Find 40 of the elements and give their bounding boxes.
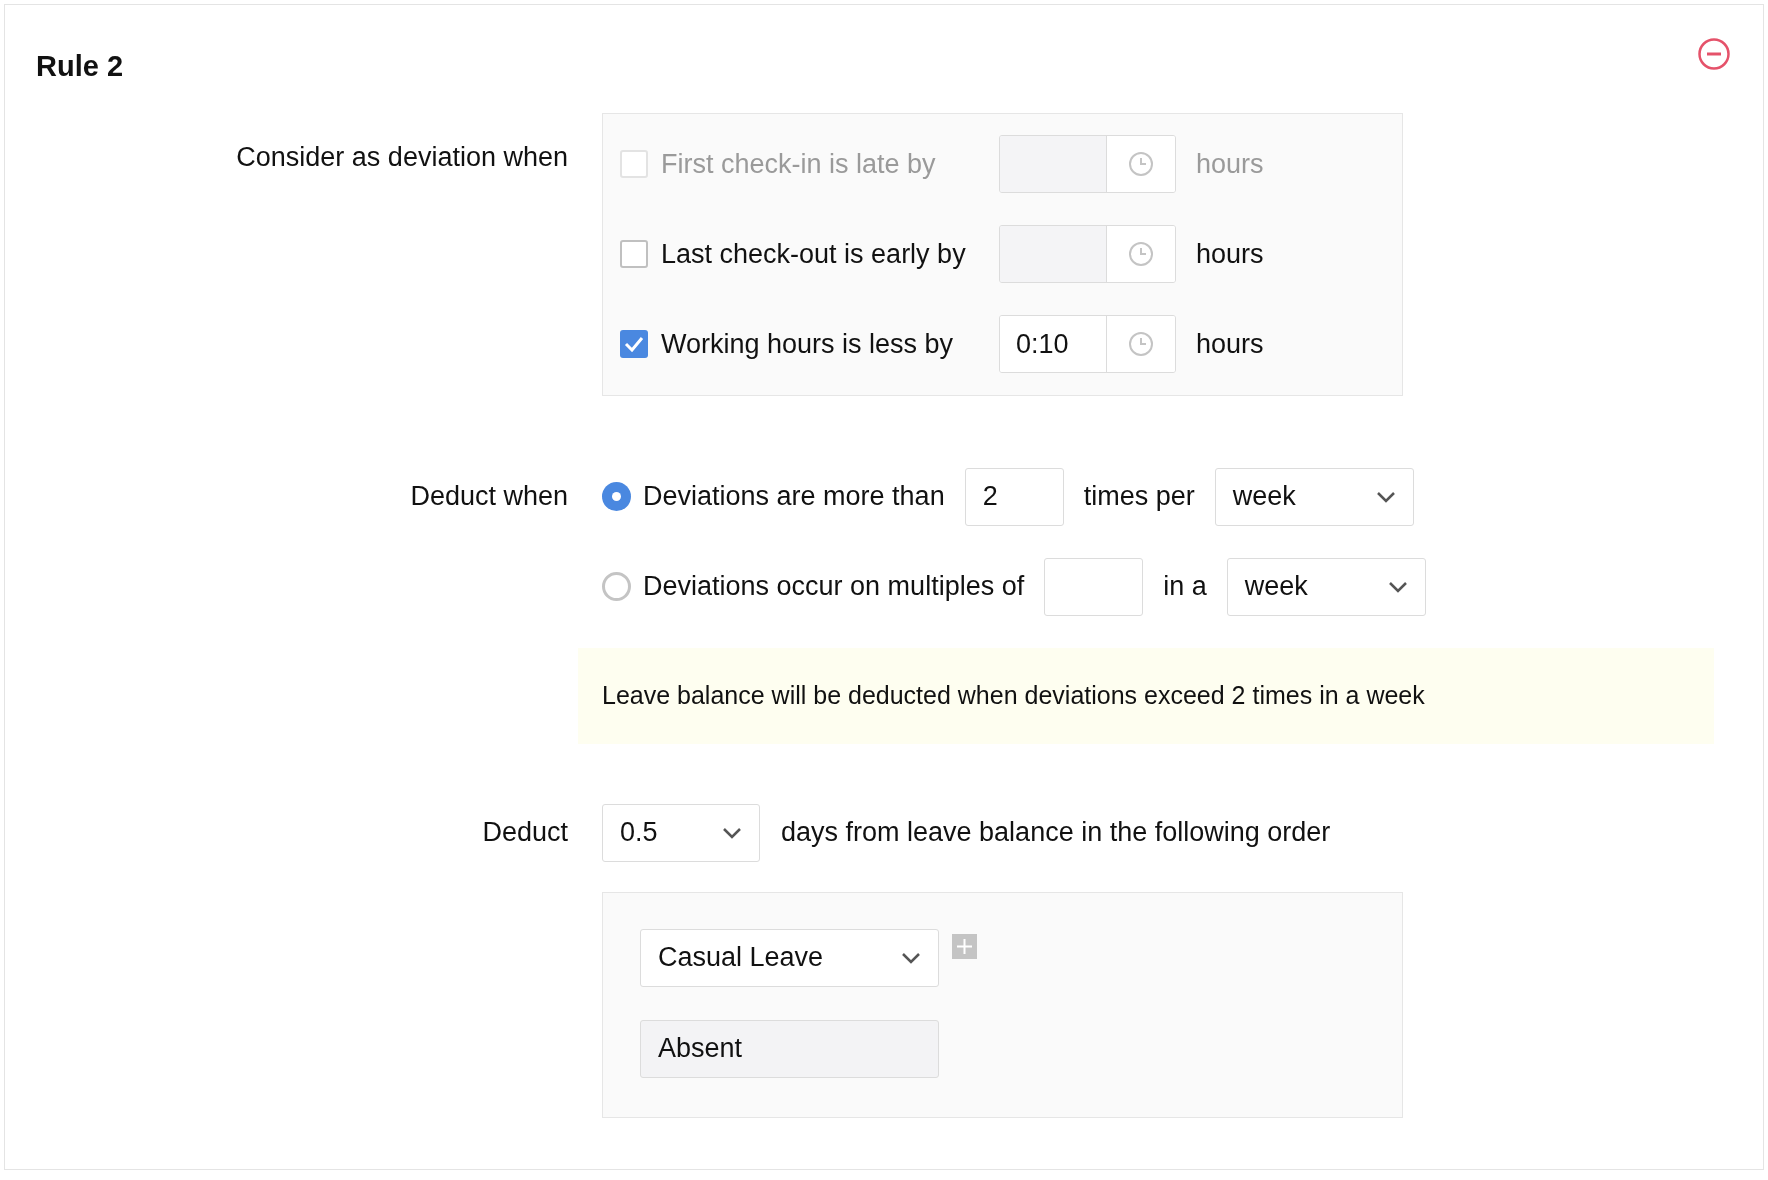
radio-button[interactable] — [602, 482, 631, 511]
checkbox-label: First check-in is late by — [661, 147, 937, 181]
check-icon — [624, 336, 644, 352]
dropdown[interactable]: week — [1214, 467, 1414, 526]
radio-button[interactable] — [602, 572, 631, 601]
unit-label: hours — [1196, 237, 1264, 271]
chevron-down-icon — [1375, 490, 1396, 503]
clock-icon — [1128, 151, 1154, 177]
dropdown[interactable]: Casual Leave — [640, 928, 939, 987]
clock-icon — [1128, 241, 1154, 267]
field-label: Deduct — [482, 816, 568, 847]
time-field[interactable] — [999, 225, 1176, 283]
count-field[interactable] — [1044, 557, 1144, 616]
chevron-down-icon — [901, 951, 921, 964]
checkbox[interactable] — [620, 330, 648, 358]
deduct-text: days from leave balance in the following order — [781, 816, 1331, 850]
time-field[interactable] — [999, 135, 1176, 193]
remove-icon[interactable] — [1697, 37, 1731, 71]
checkbox-label: Last check-out is early by — [661, 237, 967, 271]
field-label: Consider as deviation when — [236, 141, 568, 172]
rule-title: Rule 2 — [36, 49, 124, 84]
connector-label: times per — [1083, 480, 1195, 514]
checkbox-label: Working hours is less by — [661, 327, 955, 361]
field-label: Deduct when — [410, 480, 568, 511]
connector-label: in a — [1163, 570, 1207, 604]
dropdown[interactable]: 0.5 — [602, 803, 760, 862]
info-note: Leave balance will be deducted when deviations exceed 2 times in a week — [578, 647, 1714, 744]
time-field[interactable]: 0:10 — [999, 315, 1176, 373]
radio-label: Deviations occur on multiples of — [643, 570, 1025, 604]
dropdown[interactable]: week — [1226, 557, 1426, 616]
clock-icon — [1128, 331, 1154, 357]
radio-label: Deviations are more than — [643, 480, 945, 514]
chevron-down-icon — [722, 826, 742, 839]
unit-label: hours — [1196, 327, 1264, 361]
chevron-down-icon — [1387, 580, 1408, 593]
unit-label: hours — [1196, 147, 1264, 181]
checkbox[interactable] — [620, 240, 648, 268]
leave-type-field: Absent — [640, 1019, 939, 1078]
count-field[interactable]: 2 — [964, 467, 1064, 526]
add-icon[interactable] — [952, 933, 977, 959]
